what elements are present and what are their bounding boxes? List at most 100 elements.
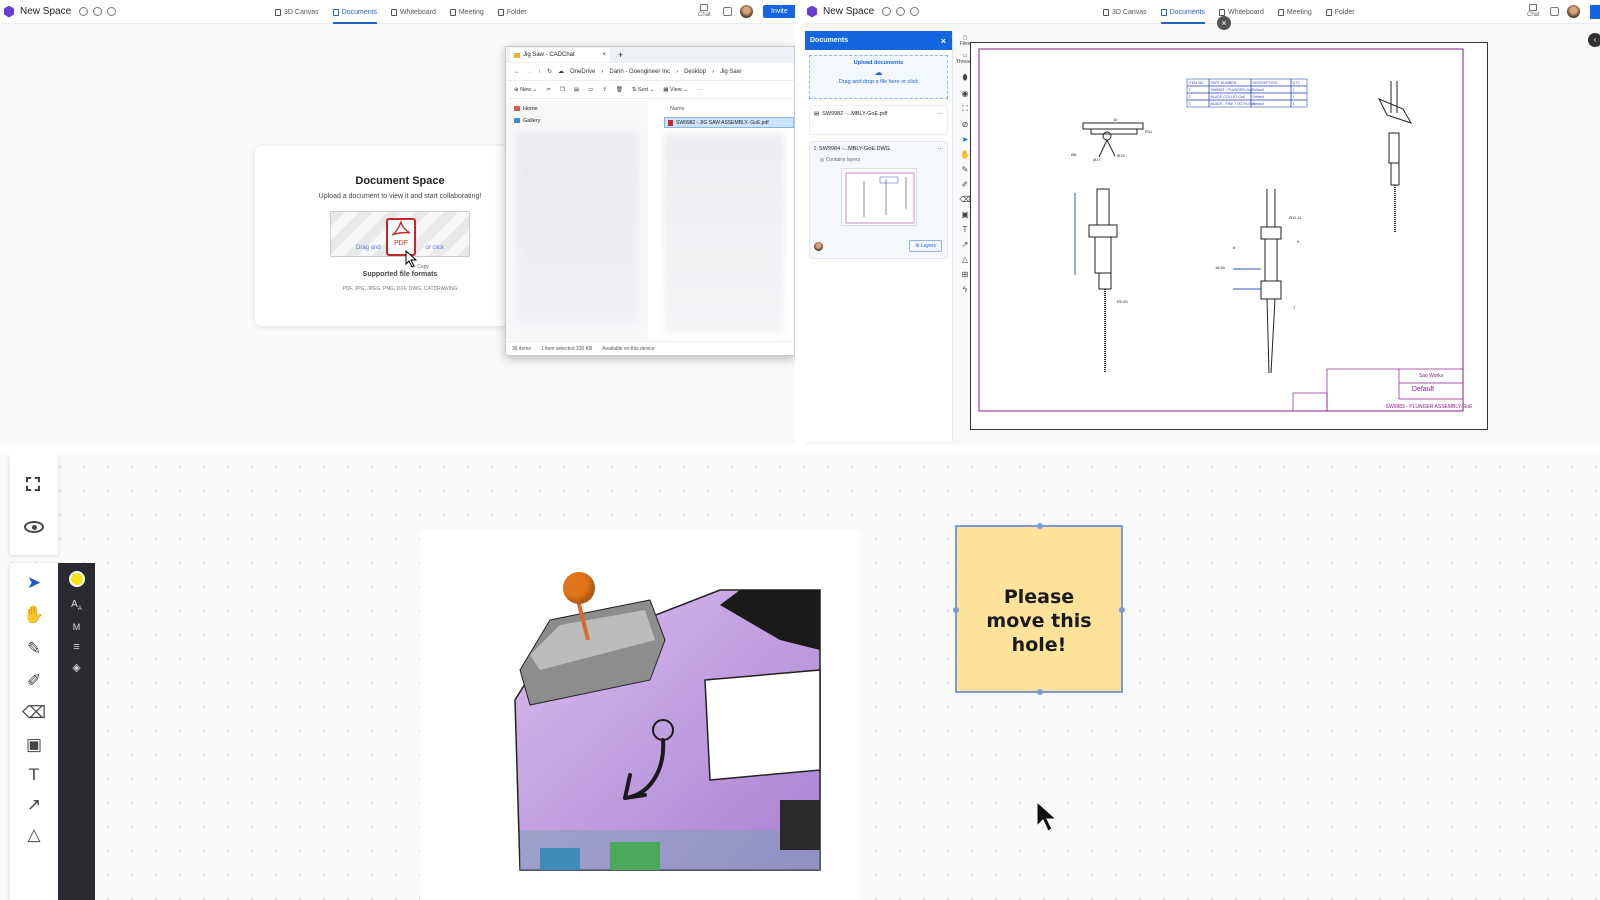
sticky-note[interactable]: Please move this hole! <box>953 523 1125 695</box>
color-picker[interactable] <box>68 571 85 587</box>
dwg-icon: ⟟ <box>814 146 817 152</box>
collapse-button[interactable]: ‹ <box>1588 33 1600 47</box>
whiteboard-pane[interactable]: ➤ ✋ ✎ ✐ ⌫ ▣ T ↗ △ AA M ≡ ◈ Please move t… <box>0 455 1600 900</box>
tab-3d-canvas[interactable]: 3D Canvas <box>1103 0 1147 24</box>
marker-tool-icon[interactable]: ✐ <box>10 671 58 691</box>
space-title: New Space <box>823 6 875 17</box>
select-tool-icon[interactable]: ➤ <box>10 573 58 593</box>
globe-icon[interactable] <box>93 7 103 16</box>
align-icon[interactable]: ≡ <box>58 641 95 653</box>
text-tool-icon[interactable]: T <box>10 765 58 785</box>
tab-meeting[interactable]: Meeting <box>449 0 484 24</box>
tab-documents[interactable]: Documents <box>1160 0 1206 24</box>
forward-arrow-icon[interactable]: → <box>526 69 532 75</box>
globe-icon[interactable] <box>896 7 906 16</box>
refresh-icon[interactable]: ↻ <box>547 68 552 75</box>
avatar[interactable] <box>1567 5 1580 18</box>
bom-header-cell: QTY. <box>1293 81 1301 85</box>
eye-icon[interactable] <box>24 521 44 533</box>
rename-icon[interactable]: ▭ <box>588 87 593 93</box>
bom-data-cell: BLADE - FINE TOOTH-GoE <box>1211 102 1257 106</box>
model-snapshot[interactable] <box>420 530 860 900</box>
settings-icon[interactable] <box>882 7 892 16</box>
pencil-tool-icon[interactable]: ✎ <box>10 639 58 659</box>
drop-zone[interactable]: Drag and or click PDF + Copy <box>330 211 470 270</box>
chat-button[interactable]: Chat <box>698 4 711 18</box>
invite-button-partial[interactable] <box>1590 5 1600 19</box>
up-arrow-icon[interactable]: ↑ <box>538 69 541 75</box>
documents-panel-header: Documents × <box>805 31 952 50</box>
tab-3d-canvas[interactable]: 3D Canvas <box>275 0 319 24</box>
sticky-note-text[interactable]: Please move this hole! <box>957 527 1121 657</box>
sort-button[interactable]: ⇅ Sort ⌄ <box>632 87 654 93</box>
hand-tool-icon[interactable]: ✋ <box>10 605 58 625</box>
avatar[interactable] <box>740 5 753 18</box>
selected-file-row[interactable]: SW9982 - JIG SAW ASSEMBLY- GoE.pdf <box>664 117 794 128</box>
invite-button[interactable]: Invite <box>763 5 795 18</box>
fit-view-icon[interactable] <box>26 477 40 491</box>
back-arrow-icon[interactable]: ← <box>514 69 520 75</box>
dim-d15: Ø15 <box>1117 153 1125 158</box>
font-size-icon[interactable]: AA <box>58 599 95 612</box>
resize-handle-bottom[interactable] <box>1037 689 1043 695</box>
document-name: SW9982 -...MBLY-GoE.pdf <box>822 111 888 117</box>
more-options-icon[interactable]: ··· <box>938 111 944 129</box>
document-item[interactable]: ▤ SW9982 -...MBLY-GoE.pdf ··· <box>809 105 948 135</box>
bom-data-cell: 1 <box>1293 102 1295 106</box>
close-overlay-button[interactable]: × <box>1217 16 1231 30</box>
more-options-icon[interactable]: ··· <box>938 146 944 153</box>
nav-item-gallery[interactable]: Gallery <box>506 115 648 127</box>
tab-whiteboard[interactable]: Whiteboard <box>391 0 436 24</box>
resize-handle-top[interactable] <box>1037 523 1043 529</box>
tab-folder[interactable]: Folder <box>1325 0 1355 24</box>
font-weight-icon[interactable]: M <box>58 622 95 632</box>
breadcrumb-company[interactable]: Darin - Goengineer Inc <box>609 69 670 75</box>
breadcrumb-desktop[interactable]: Desktop <box>684 69 706 75</box>
explorer-tab[interactable]: Jig Saw - CADChat × <box>510 48 610 62</box>
nav-item-home[interactable]: Home <box>506 103 648 115</box>
layers-button[interactable]: ⚙ Layers <box>909 240 942 252</box>
users-icon[interactable] <box>1550 7 1559 16</box>
fill-icon[interactable]: ◈ <box>58 661 95 674</box>
close-icon[interactable]: × <box>602 52 606 58</box>
eraser-tool-icon[interactable]: ⌫ <box>10 703 58 723</box>
new-tab-button[interactable]: + <box>618 50 623 60</box>
explorer-tab-title: Jig Saw - CADChat <box>523 52 575 58</box>
document-thumbnail[interactable] <box>840 168 917 226</box>
breadcrumb-jigsaw[interactable]: Jig Saw <box>720 69 741 75</box>
sticky-note-tool-icon[interactable]: ▣ <box>10 735 58 755</box>
tab-documents[interactable]: Documents <box>332 0 378 24</box>
users-icon[interactable] <box>723 7 732 16</box>
upload-dropzone[interactable]: Upload documents ☁ Drag and drop a file … <box>809 55 948 99</box>
paste-icon[interactable]: ▤ <box>574 87 579 93</box>
drawing-sheet[interactable]: ITEM NO. PART NUMBER DESCRIPTION QTY. 1 SW998… <box>970 42 1488 430</box>
upload-hint: Drag and drop a file here or click <box>838 79 919 85</box>
chat-button[interactable]: Chat <box>1527 4 1540 18</box>
shapes-tool-icon[interactable]: △ <box>10 825 58 845</box>
pin-marker[interactable] <box>563 572 595 604</box>
resize-handle-left[interactable] <box>953 607 959 613</box>
column-header-name[interactable]: Name <box>654 103 794 115</box>
bom-header-cell: PART NUMBER <box>1211 81 1237 85</box>
settings-icon[interactable] <box>79 7 89 16</box>
layers-note-text: Contains layers <box>825 157 861 163</box>
cloud-sync-icon[interactable] <box>910 7 920 16</box>
arrow-tool-icon[interactable]: ↗ <box>10 795 58 815</box>
breadcrumb-onedrive[interactable]: OneDrive <box>570 69 595 75</box>
tab-meeting[interactable]: Meeting <box>1277 0 1312 24</box>
cut-icon[interactable]: ✂ <box>546 87 551 93</box>
view-button[interactable]: ▦ View ⌄ <box>663 87 688 93</box>
blurred-nav-content <box>516 133 638 323</box>
resize-handle-right[interactable] <box>1119 607 1125 613</box>
blurred-file-list <box>664 134 784 334</box>
chat-label: Chat <box>1527 12 1540 18</box>
more-icon[interactable]: ··· <box>697 87 703 93</box>
document-item-selected[interactable]: ⟟ SW9984 -...MBLY-GoE.DWG ··· ◎ Contains l… <box>809 141 948 259</box>
new-button[interactable]: ⊕ New ⌄ <box>514 87 537 93</box>
close-icon[interactable]: × <box>941 36 946 46</box>
delete-icon[interactable]: 🗑 <box>616 87 623 93</box>
cloud-sync-icon[interactable] <box>107 7 117 16</box>
copy-icon[interactable]: ❐ <box>560 87 565 93</box>
share-icon[interactable]: ⇪ <box>602 87 607 93</box>
tab-folder[interactable]: Folder <box>497 0 527 24</box>
